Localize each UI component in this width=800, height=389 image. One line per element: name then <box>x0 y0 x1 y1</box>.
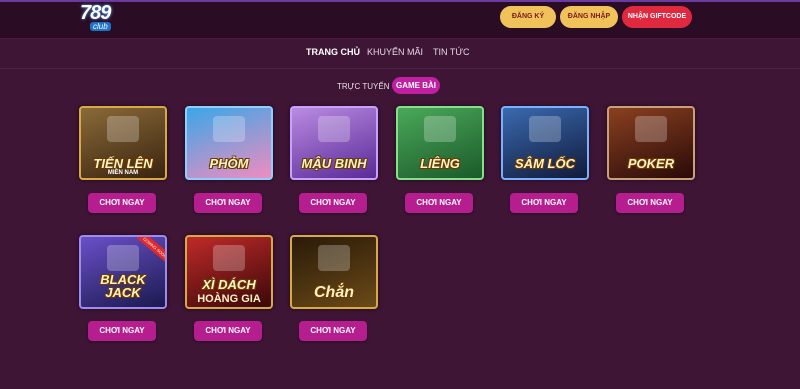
card-art <box>318 245 350 271</box>
game-subtitle: MIỀN NAM <box>107 170 139 176</box>
login-button[interactable]: ĐĂNG NHẬP <box>560 6 618 28</box>
play-button-chan[interactable]: CHƠI NGAY <box>299 321 367 341</box>
logo-sub: club <box>90 22 111 31</box>
play-button-phom[interactable]: CHƠI NGAY <box>194 193 262 213</box>
site-logo[interactable]: 789 club <box>80 2 116 34</box>
game-title: POKER <box>627 156 675 171</box>
filter-card-games-tab[interactable]: GAME BÀI <box>392 77 440 94</box>
card-art <box>529 116 561 142</box>
game-card-mau-binh[interactable]: MẬU BINH <box>290 106 378 180</box>
game-card-tien-len[interactable]: TIẾN LÊN MIỀN NAM <box>79 106 167 180</box>
play-button-mau-binh[interactable]: CHƠI NGAY <box>299 193 367 213</box>
game-title: PHỎM <box>209 156 249 171</box>
play-button-lieng[interactable]: CHƠI NGAY <box>405 193 473 213</box>
card-art <box>213 116 245 142</box>
game-subtitle: HOÀNG GIA <box>197 293 261 305</box>
game-card-sam-loc[interactable]: SÂM LỐC <box>501 106 589 180</box>
play-button-sam-loc[interactable]: CHƠI NGAY <box>510 193 578 213</box>
main-nav: TRANG CHỦ KHUYẾN MÃI TIN TỨC <box>0 47 800 61</box>
play-button-tien-len[interactable]: CHƠI NGAY <box>88 193 156 213</box>
game-title: Chắn <box>314 284 354 301</box>
top-accent-line <box>0 0 800 2</box>
game-card-xi-dach[interactable]: XÌ DÁCH HOÀNG GIA <box>185 235 273 309</box>
play-button-poker[interactable]: CHƠI NGAY <box>616 193 684 213</box>
card-art <box>318 116 350 142</box>
card-art <box>424 116 456 142</box>
game-card-phom[interactable]: PHỎM <box>185 106 273 180</box>
nav-divider <box>0 68 800 69</box>
card-art <box>107 116 139 142</box>
coming-soon-badge: COMING SOON <box>136 237 165 264</box>
game-card-lieng[interactable]: LIÊNG <box>396 106 484 180</box>
game-title: SÂM LỐC <box>515 156 575 171</box>
game-card-chan[interactable]: Chắn <box>290 235 378 309</box>
giftcode-button[interactable]: NHẬN GIFTCODE <box>622 6 692 28</box>
play-button-black-jack[interactable]: CHƠI NGAY <box>88 321 156 341</box>
game-title: TIẾN LÊN <box>93 156 153 171</box>
game-title: MẬU BINH <box>301 156 367 171</box>
card-art <box>213 245 245 271</box>
nav-item-news[interactable]: TIN TỨC <box>433 47 470 57</box>
nav-item-promotions[interactable]: KHUYẾN MÃI <box>367 47 423 57</box>
filter-online-tab[interactable]: TRỰC TUYẾN <box>337 82 389 91</box>
card-art <box>635 116 667 142</box>
game-card-black-jack[interactable]: COMING SOON BLACK JACK <box>79 235 167 309</box>
nav-item-home[interactable]: TRANG CHỦ <box>306 47 360 57</box>
play-button-xi-dach[interactable]: CHƠI NGAY <box>194 321 262 341</box>
game-card-poker[interactable]: POKER <box>607 106 695 180</box>
game-title: LIÊNG <box>420 156 460 171</box>
card-art <box>107 245 139 271</box>
game-title: XÌ DÁCH <box>202 277 256 292</box>
signup-button[interactable]: ĐĂNG KÝ <box>500 6 556 28</box>
game-title: BLACK JACK <box>100 272 146 300</box>
